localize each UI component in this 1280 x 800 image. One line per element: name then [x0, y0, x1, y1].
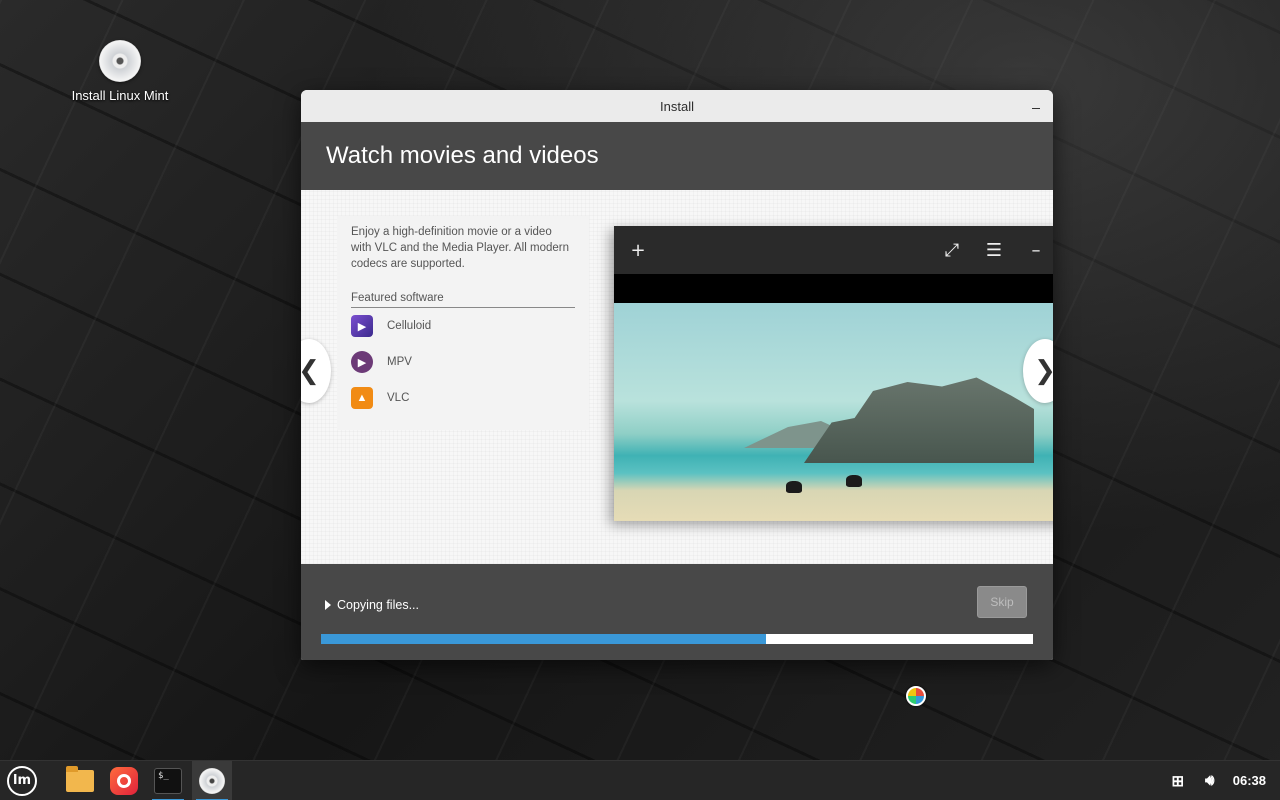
menu-button[interactable]: lm — [2, 761, 42, 800]
vlc-icon: ▲ — [351, 387, 373, 409]
disc-icon — [199, 767, 225, 794]
minimize-icon: – — [1031, 239, 1041, 261]
progress-fill — [321, 634, 766, 644]
software-name: VLC — [387, 392, 410, 404]
software-item-vlc: ▲ VLC — [351, 380, 575, 416]
fullscreen-icon: ⤢ — [944, 239, 960, 261]
volume-icon[interactable]: 🔊︎ — [1201, 772, 1219, 790]
desktop-icon-install[interactable]: Install Linux Mint — [60, 40, 180, 103]
menu-icon: ☰ — [985, 239, 1003, 261]
cliff-castle — [804, 377, 1034, 463]
window-titlebar[interactable]: Install — [301, 90, 1053, 122]
clock[interactable]: 06:38 — [1233, 773, 1266, 788]
chevron-right-icon: ❯ — [1034, 356, 1053, 386]
slide-title: Watch movies and videos — [326, 142, 599, 169]
installer-window: Install Watch movies and videos Enjoy a … — [301, 90, 1053, 660]
software-name: Celluloid — [387, 320, 432, 332]
terminal-icon: $_ — [154, 767, 182, 794]
software-item-celluloid: ▶ Celluloid — [351, 308, 575, 344]
progress-bar — [321, 634, 1033, 644]
desktop-icon-label: Install Linux Mint — [71, 88, 169, 103]
taskbar: lm $_ ⊞ 🔊︎ 06:38 — [0, 760, 1280, 800]
minimize-icon — [1032, 107, 1040, 109]
files-launcher[interactable] — [60, 761, 100, 800]
horse-rider — [846, 475, 862, 487]
minimize-button[interactable] — [1029, 98, 1043, 112]
disc-icon — [99, 40, 141, 82]
progress-status: Copying files... — [337, 598, 419, 612]
add-icon: + — [630, 239, 646, 261]
install-progress-footer: Copying files... Skip — [301, 564, 1053, 660]
linux-mint-logo-icon: lm — [7, 765, 37, 796]
software-item-mpv: ▶ MPV — [351, 344, 575, 380]
firefox-icon — [110, 766, 138, 795]
installer-taskbar-button[interactable] — [192, 760, 232, 800]
expander-triangle-icon — [325, 600, 331, 610]
video-frame-beach — [614, 303, 1053, 521]
progress-details-toggle[interactable]: Copying files... — [325, 598, 419, 612]
chevron-left-icon: ❮ — [301, 356, 320, 386]
video-letterbox — [614, 274, 1053, 303]
software-name: MPV — [387, 356, 412, 368]
slideshow-content: Enjoy a high-definition movie or a video… — [301, 190, 1053, 564]
player-toolbar: + ⤢ ☰ – — [614, 226, 1053, 274]
system-tray: ⊞ 🔊︎ 06:38 — [1169, 772, 1280, 790]
featured-software-label: Featured software — [351, 292, 575, 308]
slide-description: Enjoy a high-definition movie or a video… — [351, 226, 569, 270]
window-title: Install — [660, 98, 694, 114]
mpv-icon: ▶ — [351, 351, 373, 373]
folder-icon — [66, 765, 94, 792]
info-card: Enjoy a high-definition movie or a video… — [337, 216, 589, 430]
skip-button[interactable]: Skip — [977, 586, 1027, 618]
slide-header: Watch movies and videos — [301, 122, 1053, 190]
busy-cursor-icon — [906, 686, 926, 706]
media-player-screenshot: + ⤢ ☰ – — [614, 226, 1053, 521]
celluloid-icon: ▶ — [351, 315, 373, 337]
terminal-launcher[interactable]: $_ — [148, 761, 188, 800]
firefox-launcher[interactable] — [104, 761, 144, 800]
previous-slide-button[interactable]: ❮ — [301, 339, 331, 403]
network-icon[interactable]: ⊞ — [1169, 772, 1187, 790]
horse-rider — [786, 481, 802, 493]
